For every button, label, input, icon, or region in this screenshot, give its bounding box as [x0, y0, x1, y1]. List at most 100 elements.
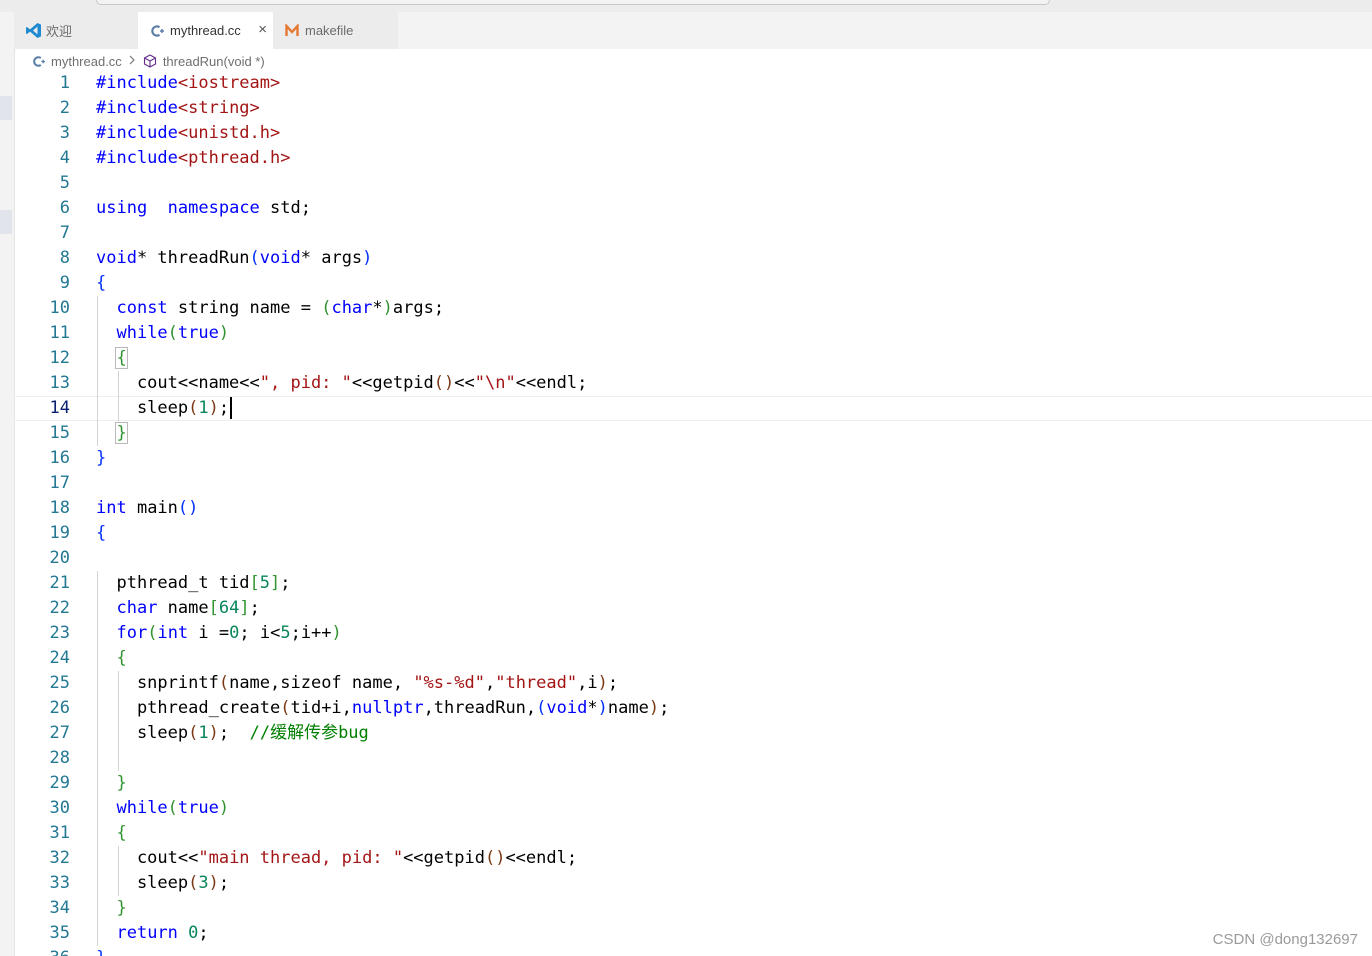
- code-line[interactable]: 2 #include<string>: [14, 96, 1372, 121]
- line-number: 33: [49, 873, 70, 893]
- code-token: ): [208, 398, 219, 418]
- code-text: }: [96, 896, 126, 921]
- code-token: (: [321, 298, 332, 318]
- code-line[interactable]: 29 }: [14, 771, 1372, 796]
- code-token: while: [116, 798, 168, 818]
- breadcrumb: mythread.cc threadRun(void *): [30, 50, 265, 72]
- code-line[interactable]: 3 #include<unistd.h>: [14, 121, 1372, 146]
- code-line[interactable]: 32 cout<<"main thread, pid: "<<getpid()<…: [14, 846, 1372, 871]
- code-token: pthread_create: [96, 698, 281, 718]
- code-token: 1: [198, 398, 209, 418]
- code-line[interactable]: 11 while(true): [14, 321, 1372, 346]
- line-number: 15: [49, 423, 70, 443]
- code-line[interactable]: 13 cout<<name<<", pid: "<<getpid()<<"\n"…: [14, 371, 1372, 396]
- line-number: 4: [59, 148, 70, 168]
- code-token: ): [597, 698, 608, 718]
- code-token: *: [587, 698, 598, 718]
- code-token: char: [116, 598, 158, 618]
- code-line[interactable]: 30 while(true): [14, 796, 1372, 821]
- code-line[interactable]: 15 }: [14, 421, 1372, 446]
- code-token: 3: [198, 873, 209, 893]
- code-token: for: [116, 623, 148, 643]
- tab-mythread-cc[interactable]: mythread.cc ×: [138, 12, 273, 49]
- code-token: const: [116, 298, 168, 318]
- code-line[interactable]: 21 pthread_t tid[5];: [14, 571, 1372, 596]
- code-token: ;: [659, 698, 670, 718]
- code-token: ): [218, 323, 230, 343]
- code-token: nullptr: [351, 698, 424, 718]
- code-line[interactable]: 22 char name[64];: [14, 596, 1372, 621]
- code-line[interactable]: 10 const string name = (char*)args;: [14, 296, 1372, 321]
- code-line[interactable]: 6 using namespace std;: [14, 196, 1372, 221]
- line-number: 8: [59, 248, 70, 268]
- code-editor[interactable]: 1 #include<iostream> 2 #include<string> 3 #in…: [14, 71, 1372, 956]
- code-line[interactable]: 17: [14, 471, 1372, 496]
- code-line[interactable]: 33 sleep(3);: [14, 871, 1372, 896]
- code-line[interactable]: 8 void* threadRun(void* args): [14, 246, 1372, 271]
- tab-welcome[interactable]: 欢迎: [14, 12, 138, 49]
- line-number: 11: [49, 323, 70, 343]
- code-line[interactable]: 25 snprintf(name,sizeof name, "%s-%d","t…: [14, 671, 1372, 696]
- code-line[interactable]: 24 {: [14, 646, 1372, 671]
- code-token: (: [188, 723, 199, 743]
- code-line[interactable]: 9{: [14, 271, 1372, 296]
- code-token: {: [116, 823, 127, 843]
- top-scrollbar[interactable]: [96, 0, 1050, 5]
- code-text: cout<<"main thread, pid: "<<getpid()<<en…: [96, 846, 577, 871]
- code-token: sleep: [96, 873, 189, 893]
- code-line[interactable]: 19 {: [14, 521, 1372, 546]
- code-line[interactable]: 12 {: [14, 346, 1372, 371]
- code-line[interactable]: 35 return 0;: [14, 921, 1372, 946]
- code-line[interactable]: 23 for(int i =0; i<5;i++): [14, 621, 1372, 646]
- code-line[interactable]: 27 sleep(1); //缓解传参bug: [14, 721, 1372, 746]
- code-token: 5: [259, 573, 271, 593]
- code-text: sleep(1); //缓解传参bug: [96, 721, 369, 746]
- code-token: 0: [188, 923, 199, 943]
- code-token: <string>: [177, 98, 260, 118]
- code-token: void: [546, 698, 588, 718]
- code-token: void: [96, 248, 137, 268]
- code-text: return 0;: [96, 921, 208, 946]
- code-line[interactable]: 20: [14, 546, 1372, 571]
- code-line[interactable]: 7: [14, 221, 1372, 246]
- code-token: while: [116, 323, 168, 343]
- code-line[interactable]: 31 {: [14, 821, 1372, 846]
- code-line[interactable]: 4 #include<pthread.h>: [14, 146, 1372, 171]
- line-number: 20: [49, 548, 70, 568]
- window-top-strip: [0, 0, 1372, 12]
- code-line[interactable]: 36}: [14, 946, 1372, 956]
- breadcrumb-file[interactable]: mythread.cc: [51, 54, 122, 69]
- line-number: 19: [49, 523, 70, 543]
- code-token: }: [115, 422, 128, 444]
- tab-makefile[interactable]: makefile: [273, 12, 398, 49]
- code-line[interactable]: 26 pthread_create(tid+i,nullptr,threadRu…: [14, 696, 1372, 721]
- code-line[interactable]: 14 sleep(1);: [14, 396, 1372, 421]
- code-line[interactable]: 16}: [14, 446, 1372, 471]
- code-token: {: [115, 347, 128, 369]
- line-number: 10: [49, 298, 70, 318]
- code-token: "thread": [495, 673, 578, 693]
- code-token: ;: [218, 873, 230, 893]
- code-line[interactable]: 34 }: [14, 896, 1372, 921]
- close-icon[interactable]: ×: [258, 21, 267, 39]
- cpp-file-icon: [30, 53, 46, 69]
- line-number: 34: [49, 898, 70, 918]
- code-token: ,threadRun,: [423, 698, 537, 718]
- code-line[interactable]: 5: [14, 171, 1372, 196]
- code-token: ): [382, 298, 393, 318]
- code-token: 1: [198, 723, 209, 743]
- code-line[interactable]: 1 #include<iostream>: [14, 71, 1372, 96]
- method-cube-icon: [142, 53, 158, 69]
- line-number: 1: [59, 73, 70, 93]
- line-number: 29: [49, 773, 70, 793]
- breadcrumb-symbol[interactable]: threadRun(void *): [163, 54, 265, 69]
- line-number: 2: [59, 98, 70, 118]
- code-token: ; i<: [239, 623, 281, 643]
- code-token: }: [116, 773, 127, 793]
- code-line[interactable]: 28: [14, 746, 1372, 771]
- code-line[interactable]: 18 int main(): [14, 496, 1372, 521]
